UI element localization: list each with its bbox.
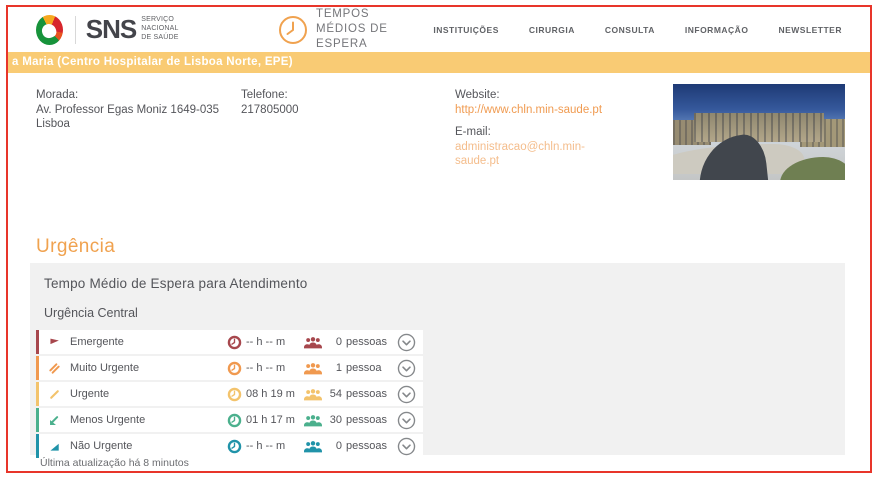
- expand-row-button[interactable]: [397, 333, 416, 352]
- row-metrics: 01 h 17 m 30 pessoas: [227, 411, 416, 430]
- clock-icon: [227, 335, 242, 350]
- expand-row-button[interactable]: [397, 359, 416, 378]
- nav-instituicoes[interactable]: INSTITUIÇÕES: [433, 25, 499, 35]
- urgencia-panel: Tempo Médio de Espera para Atendimento U…: [30, 263, 845, 458]
- main-nav: INSTITUIÇÕES CIRURGIA CONSULTA INFORMAÇÃ…: [433, 25, 870, 35]
- people-unit: pessoas: [346, 336, 387, 348]
- people-icon: [304, 440, 322, 453]
- chevron-down-icon: [397, 437, 416, 456]
- site-title: TEMPOS MÉDIOS DE ESPERA: [316, 8, 388, 50]
- chevron-down-icon: [397, 385, 416, 404]
- single-slash-icon: [48, 388, 61, 401]
- people-icon: [304, 414, 322, 427]
- chevron-down-icon: [397, 411, 416, 430]
- contact-section: Morada: Av. Professor Egas Moniz 1649-03…: [8, 84, 870, 188]
- address-label: Morada:: [36, 89, 79, 101]
- website-label: Website:: [455, 89, 500, 101]
- nav-consulta[interactable]: CONSULTA: [605, 25, 655, 35]
- photo-building-main: [693, 112, 825, 142]
- website-link[interactable]: http://www.chln.min-saude.pt: [455, 103, 613, 117]
- people-icon: [304, 388, 322, 401]
- triage-label: Emergente: [70, 336, 124, 348]
- triage-row-muito-urgente: Muito Urgente -- h -- m 1 pessoa: [36, 356, 423, 380]
- people-unit: pessoas: [346, 388, 387, 400]
- address-value: Av. Professor Egas Moniz 1649-035 Lisboa: [36, 104, 220, 130]
- page: SNS SERVIÇO NACIONAL DE SAÚDE TEMPOS MÉD…: [0, 0, 876, 480]
- phone-block: Telefone: 217805000: [241, 88, 381, 117]
- phone-value: 217805000: [241, 104, 299, 116]
- clock-icon: [227, 361, 242, 376]
- clock-icon: [227, 387, 242, 402]
- expand-row-button[interactable]: [397, 385, 416, 404]
- people-unit: pessoas: [346, 440, 387, 452]
- triage-label: Menos Urgente: [70, 414, 146, 426]
- row-metrics: -- h -- m 0 pessoas: [227, 437, 416, 456]
- tempos-medios-logo[interactable]: TEMPOS MÉDIOS DE ESPERA: [278, 7, 433, 52]
- web-block: Website: http://www.chln.min-saude.pt E-…: [455, 88, 613, 168]
- people-icon: [304, 336, 322, 349]
- triage-row-emergente: Emergente -- h -- m 0 pessoas: [36, 330, 423, 354]
- clock-icon: [227, 413, 242, 428]
- wait-time: 01 h 17 m: [246, 414, 295, 426]
- triage-row-urgente: Urgente 08 h 19 m 54 pessoas: [36, 382, 423, 406]
- nav-newsletter[interactable]: NEWSLETTER: [778, 25, 842, 35]
- people-count: 1: [335, 362, 342, 374]
- chevron-down-icon: [397, 359, 416, 378]
- people-count: 30: [329, 414, 342, 426]
- people-unit: pessoa: [346, 362, 382, 374]
- expand-row-button[interactable]: [397, 411, 416, 430]
- hospital-name: a Maria (Centro Hospitalar de Lisboa Nor…: [12, 56, 293, 68]
- triage-row-menos-urgente: Menos Urgente 01 h 17 m 30 pessoas: [36, 408, 423, 432]
- phone-label: Telefone:: [241, 89, 288, 101]
- clock-icon: [227, 439, 242, 454]
- sns-tagline: SERVIÇO NACIONAL DE SAÚDE: [141, 16, 179, 41]
- chevron-down-icon: [397, 333, 416, 352]
- row-metrics: 08 h 19 m 54 pessoas: [227, 385, 416, 404]
- people-unit: pessoas: [346, 414, 387, 426]
- logo-divider: [74, 15, 76, 44]
- sns-globe-icon: [36, 14, 63, 45]
- sns-logo[interactable]: SNS SERVIÇO NACIONAL DE SAÚDE: [36, 14, 206, 45]
- clock-icon: [278, 15, 308, 45]
- triage-row-nao-urgente: Não Urgente -- h -- m 0 pessoas: [36, 434, 423, 458]
- wait-time: -- h -- m: [246, 336, 286, 348]
- people-icon: [304, 362, 322, 375]
- address-block: Morada: Av. Professor Egas Moniz 1649-03…: [36, 88, 231, 131]
- expand-row-button[interactable]: [397, 437, 416, 456]
- panel-title: Tempo Médio de Espera para Atendimento: [44, 276, 308, 291]
- people-count: 0: [335, 336, 342, 348]
- sns-logo-text: SNS: [85, 14, 137, 44]
- triangle-icon: [48, 440, 61, 453]
- row-metrics: -- h -- m 0 pessoas: [227, 333, 416, 352]
- urgencia-title: Urgência: [36, 236, 116, 257]
- email-link[interactable]: administracao@chln.min-saude.pt: [455, 140, 613, 168]
- header: SNS SERVIÇO NACIONAL DE SAÚDE TEMPOS MÉD…: [8, 7, 870, 52]
- hospital-photo: [673, 84, 845, 180]
- slash-triangle-icon: [48, 414, 61, 427]
- last-update-text: Última atualização há 8 minutos: [40, 457, 189, 469]
- triage-label: Urgente: [70, 388, 110, 400]
- nav-informacao[interactable]: INFORMAÇÃO: [685, 25, 749, 35]
- email-label: E-mail:: [455, 126, 491, 138]
- double-slash-icon: [48, 362, 61, 375]
- wait-time: -- h -- m: [246, 362, 286, 374]
- triage-label: Não Urgente: [70, 440, 133, 452]
- wait-time: 08 h 19 m: [246, 388, 295, 400]
- hospital-banner: a Maria (Centro Hospitalar de Lisboa Nor…: [8, 52, 870, 73]
- triage-rows: Emergente -- h -- m 0 pessoas Muito Urge…: [36, 330, 423, 458]
- flag-icon: [48, 336, 61, 349]
- triage-label: Muito Urgente: [70, 362, 140, 374]
- urgencia-central-label: Urgência Central: [44, 306, 138, 320]
- people-count: 0: [335, 440, 342, 452]
- row-metrics: -- h -- m 1 pessoa: [227, 359, 416, 378]
- people-count: 54: [329, 388, 342, 400]
- wait-time: -- h -- m: [246, 440, 286, 452]
- nav-cirurgia[interactable]: CIRURGIA: [529, 25, 575, 35]
